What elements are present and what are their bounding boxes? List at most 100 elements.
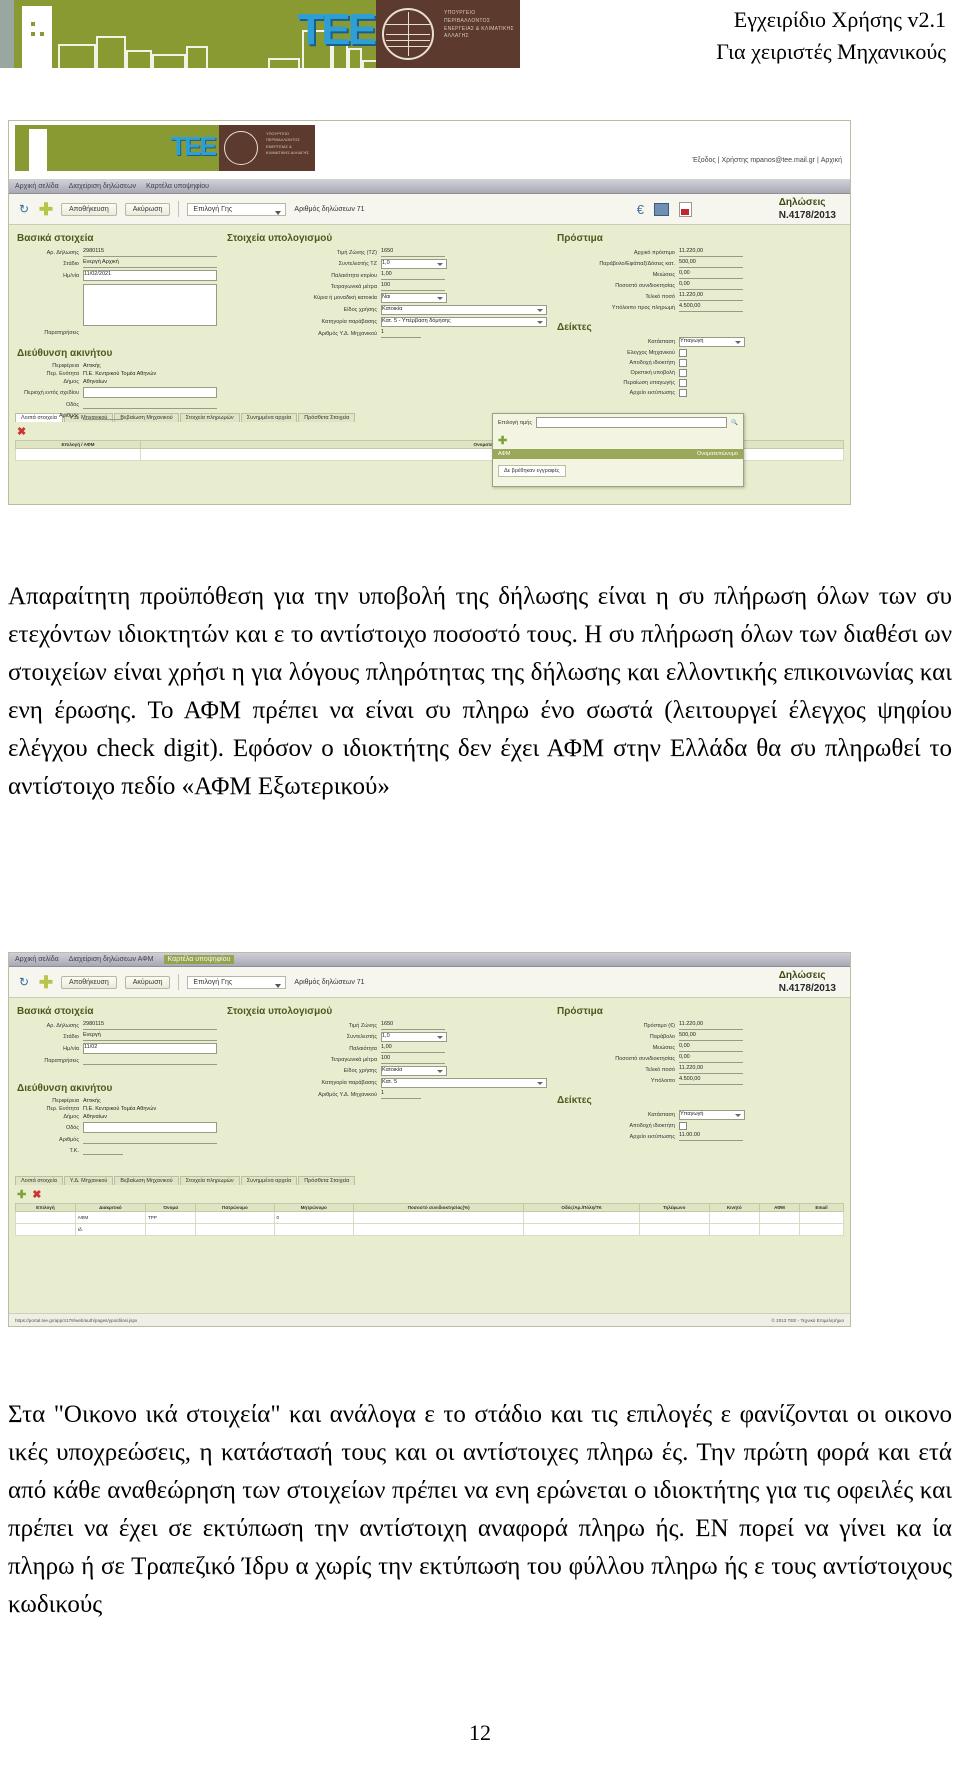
plus-icon[interactable]: ✚: [39, 974, 53, 991]
table-cell[interactable]: ΤΡΡ: [144, 1211, 197, 1224]
field-value[interactable]: 2980115: [83, 1021, 217, 1030]
checkbox-final-submit[interactable]: [679, 369, 687, 377]
table-cell[interactable]: [15, 448, 141, 461]
field-value[interactable]: 1,0: [381, 1032, 447, 1042]
popup-search-row[interactable]: Επιλογή τιμής 🔍: [493, 414, 743, 431]
table-cell[interactable]: [523, 1223, 640, 1236]
field-value[interactable]: Ενεργή Αρχική: [83, 259, 217, 268]
save-button[interactable]: Αποθήκευση: [61, 202, 117, 216]
tab-payments[interactable]: Στοιχεία πληρωμών: [179, 1176, 240, 1185]
tab-other-data[interactable]: Λοιπά στοιχεία: [15, 1176, 63, 1185]
table-cell[interactable]: [758, 1211, 801, 1224]
field-value[interactable]: 1,00: [381, 1044, 445, 1053]
table-cell[interactable]: [799, 1211, 844, 1224]
table-cell[interactable]: [758, 1223, 801, 1236]
plus-icon[interactable]: ✚: [498, 435, 507, 447]
refresh-icon[interactable]: ↻: [17, 202, 31, 216]
field-value[interactable]: 100: [381, 1055, 445, 1064]
table-cell[interactable]: Ιδ.: [74, 1223, 147, 1236]
field-value[interactable]: [83, 1146, 123, 1155]
field-value[interactable]: Υπαγωγή: [679, 337, 745, 347]
lookup-popup[interactable]: Επιλογή τιμής 🔍 ✚ ΑΦΜ Ονοματεπώνυμο Δε β…: [492, 413, 744, 487]
table-cell[interactable]: [195, 1211, 275, 1224]
tab-engineer-declaration[interactable]: Υ.Δ. Μηχανικού: [63, 1176, 114, 1185]
save-button[interactable]: Αποθήκευση: [61, 975, 117, 989]
refresh-icon[interactable]: ↻: [17, 975, 31, 989]
field-value[interactable]: 1,00: [381, 271, 445, 280]
table-cell[interactable]: [799, 1223, 844, 1236]
field-value[interactable]: 1650: [381, 1021, 445, 1030]
table-cell[interactable]: [638, 1223, 710, 1236]
remarks-textarea[interactable]: [83, 284, 217, 326]
field-value[interactable]: [83, 411, 123, 420]
app-toolbar-2[interactable]: ↻ ✚ Αποθήκευση Ακύρωση Επιλογή Γης Αριθμ…: [9, 967, 850, 998]
table-cell[interactable]: ΑΦΜ: [74, 1211, 147, 1224]
field-value[interactable]: 1: [381, 329, 421, 338]
popup-search-input[interactable]: [536, 417, 728, 428]
field-value[interactable]: [83, 387, 217, 398]
field-value[interactable]: Ναι: [381, 293, 447, 303]
table-cell[interactable]: [638, 1211, 710, 1224]
table-cell[interactable]: [352, 1223, 525, 1236]
pdf-icon[interactable]: [679, 201, 692, 217]
menu-item-manage-declarations[interactable]: Διαχείριση δηλώσεων: [69, 183, 136, 190]
menu-item-home[interactable]: Αρχική σελίδα: [15, 956, 59, 963]
menu-item-candidate-card[interactable]: Καρτέλα υποψηφίου: [163, 955, 235, 964]
menu-item-home[interactable]: Αρχική σελίδα: [15, 183, 59, 190]
field-value[interactable]: [83, 400, 217, 409]
selection-dropdown[interactable]: Επιλογή Γης: [187, 975, 287, 989]
field-value[interactable]: 11/02/2021: [83, 270, 217, 281]
field-value[interactable]: 100: [381, 282, 445, 291]
table-cell[interactable]: [708, 1223, 760, 1236]
user-session-bar[interactable]: Έξοδος | Χρήστης mpanos@tee.mail.gr | Αρ…: [692, 157, 842, 164]
field-value[interactable]: 2980115: [83, 248, 217, 257]
app-menubar[interactable]: Αρχική σελίδα Διαχείριση δηλώσεων Καρτέλ…: [9, 180, 850, 194]
table-cell[interactable]: [273, 1223, 354, 1236]
plus-icon[interactable]: ✚: [17, 1190, 26, 1201]
selection-dropdown[interactable]: Επιλογή Γης: [187, 202, 287, 216]
tab-additional-data[interactable]: Πρόσθετα Στοιχεία: [298, 1176, 356, 1185]
delete-icon[interactable]: ✖: [17, 427, 26, 438]
table-cell[interactable]: [708, 1211, 760, 1224]
field-value[interactable]: 1: [381, 1090, 421, 1099]
field-value[interactable]: Κατοικία: [381, 305, 547, 315]
grid-toolbar-2[interactable]: ✚ ✖: [15, 1188, 844, 1203]
form-tabs-2[interactable]: Λοιπά στοιχεία Υ.Δ. Μηχανικού Βεβαίωση Μ…: [9, 1173, 850, 1185]
checkbox-engineer-check[interactable]: [679, 349, 687, 357]
table-cell[interactable]: [144, 1223, 197, 1236]
field-value[interactable]: 11/02: [83, 1043, 217, 1054]
field-value[interactable]: Ενεργή: [83, 1032, 217, 1041]
field-value[interactable]: 1650: [381, 248, 445, 257]
table-cell[interactable]: [15, 1211, 76, 1224]
table-cell[interactable]: 0: [273, 1211, 354, 1224]
field-value[interactable]: Υπαγωγή: [679, 1110, 745, 1120]
table-row[interactable]: Ιδ.: [15, 1223, 844, 1236]
tab-engineer-certificate[interactable]: Βεβαίωση Μηχανικού: [114, 1176, 179, 1185]
table-cell[interactable]: [352, 1211, 525, 1224]
tab-attachments[interactable]: Συνημμένα αρχεία: [240, 1176, 298, 1185]
checkbox-owner-accept[interactable]: [679, 359, 687, 367]
field-value[interactable]: Κατ. 5: [381, 1078, 547, 1088]
app-toolbar[interactable]: ↻ ✚ Αποθήκευση Ακύρωση Επιλογή Γης Αριθμ…: [9, 194, 850, 225]
field-value[interactable]: [83, 1135, 217, 1144]
checkbox-print-file[interactable]: [679, 389, 687, 397]
table-cell[interactable]: [195, 1223, 275, 1236]
search-icon[interactable]: 🔍: [731, 420, 738, 426]
checkbox-owner-accept[interactable]: [679, 1122, 687, 1130]
field-value[interactable]: [83, 1056, 217, 1065]
table-cell[interactable]: [523, 1211, 640, 1224]
menu-item-candidate-card[interactable]: Καρτέλα υποψηφίου: [146, 183, 209, 190]
euro-icon[interactable]: €: [637, 202, 644, 217]
tab-additional-data[interactable]: Πρόσθετα Στοιχεία: [298, 413, 356, 422]
tab-attachments[interactable]: Συνημμένα αρχεία: [240, 413, 298, 422]
delete-icon[interactable]: ✖: [32, 1190, 41, 1201]
menu-item-manage-declarations[interactable]: Διαχείριση δηλώσεων ΑΦΜ: [69, 956, 154, 963]
app-menubar-2[interactable]: Αρχική σελίδα Διαχείριση δηλώσεων ΑΦΜ Κα…: [9, 953, 850, 967]
cancel-button[interactable]: Ακύρωση: [124, 975, 171, 989]
table-row[interactable]: ΑΦΜ ΤΡΡ 0: [15, 1211, 844, 1224]
checkbox-completion[interactable]: [679, 379, 687, 387]
table-cell[interactable]: [15, 1223, 76, 1236]
field-value[interactable]: Κατ. 5 - Υπέρβαση δόμησης: [381, 317, 547, 327]
field-value[interactable]: 1,0: [381, 259, 447, 269]
field-value[interactable]: Κατοικία: [381, 1066, 447, 1076]
